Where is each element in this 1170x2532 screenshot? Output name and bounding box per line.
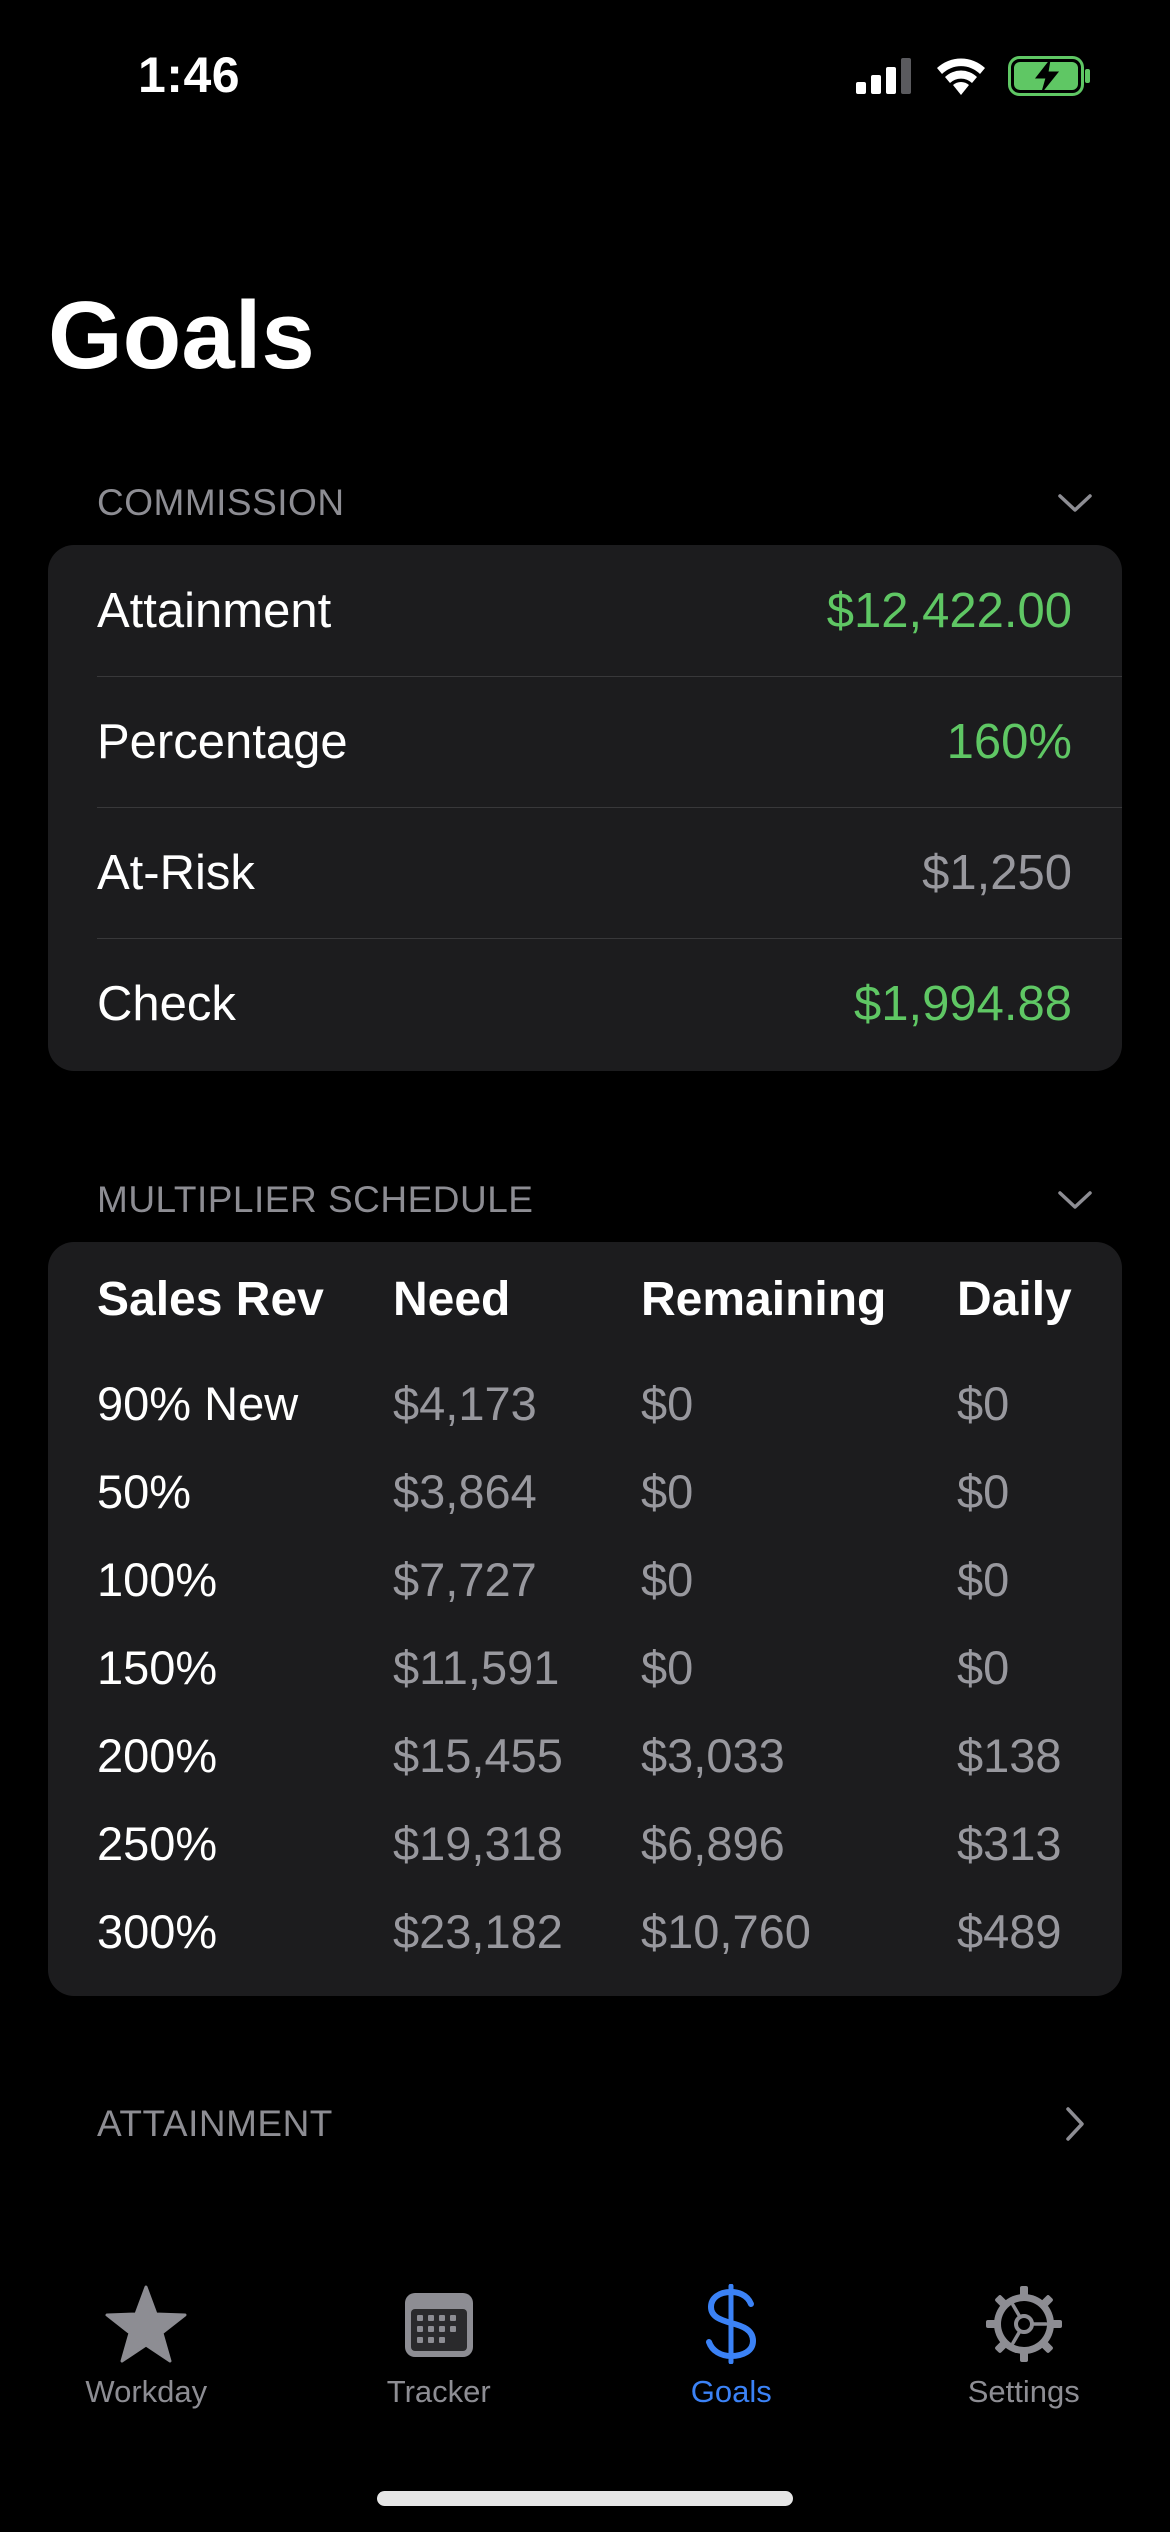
table-cell: $3,864: [393, 1465, 537, 1518]
table-cell: $19,318: [393, 1817, 563, 1870]
tab-workday[interactable]: Workday: [0, 2280, 293, 2440]
column-header: Sales Rev: [97, 1273, 324, 1326]
table-cell: $313: [957, 1817, 1062, 1870]
cellular-signal-icon: [856, 57, 914, 99]
table-cell: 200%: [97, 1729, 218, 1782]
table-cell: $6,896: [641, 1817, 785, 1870]
tab-goals[interactable]: Goals: [585, 2280, 878, 2440]
table-row: 200% $15,455 $3,033 $138: [48, 1728, 1122, 1816]
table-row: 250% $19,318 $6,896 $313: [48, 1816, 1122, 1904]
battery-charging-icon: [1008, 55, 1092, 101]
table-cell: $0: [641, 1377, 694, 1430]
gear-icon: [974, 2280, 1074, 2368]
table-cell: $0: [957, 1641, 1010, 1694]
table-row: 90% New $4,173 $0 $0: [48, 1376, 1122, 1464]
chevron-right-icon[interactable]: [1053, 2102, 1097, 2146]
chevron-down-icon[interactable]: [1053, 1178, 1097, 1222]
tab-settings[interactable]: Settings: [878, 2280, 1170, 2440]
multiplier-card: Sales Rev Need Remaining Daily 90% New $…: [48, 1242, 1122, 1996]
table-cell: $11,591: [393, 1641, 560, 1694]
tab-label: Goals: [690, 2374, 772, 2409]
row-label: At-Risk: [97, 845, 255, 900]
table-cell: 250%: [97, 1817, 218, 1870]
row-label: Attainment: [97, 583, 332, 638]
table-cell: 50%: [97, 1465, 192, 1518]
commission-row-check: Check $1,994.88: [48, 938, 1122, 1069]
star-icon: [96, 2280, 196, 2368]
row-value: $1,250: [922, 845, 1072, 900]
tab-bar: Workday Tracker Goals Settings: [0, 2280, 1170, 2440]
table-cell: $15,455: [393, 1729, 563, 1782]
status-bar: 1:46: [0, 0, 1170, 150]
table-row: 100% $7,727 $0 $0: [48, 1552, 1122, 1640]
multiplier-section-label: MULTIPLIER SCHEDULE: [97, 1179, 534, 1220]
column-header: Remaining: [641, 1273, 887, 1326]
table-cell: $138: [957, 1729, 1062, 1782]
table-cell: $0: [641, 1465, 694, 1518]
table-row: 150% $11,591 $0 $0: [48, 1640, 1122, 1728]
row-label: Percentage: [97, 714, 348, 769]
column-header: Daily: [957, 1273, 1072, 1326]
attainment-section-label: ATTAINMENT: [97, 2103, 333, 2144]
row-value: 160%: [946, 714, 1072, 769]
row-value: $1,994.88: [854, 976, 1072, 1031]
wifi-icon: [936, 57, 986, 100]
table-cell: 100%: [97, 1553, 218, 1606]
table-cell: $7,727: [393, 1553, 537, 1606]
commission-section-label: COMMISSION: [97, 482, 345, 523]
tab-label: Tracker: [386, 2374, 491, 2409]
tab-label: Settings: [967, 2374, 1080, 2409]
table-cell: 300%: [97, 1905, 218, 1958]
dollar-sign-icon: [681, 2280, 781, 2368]
home-indicator[interactable]: [377, 2491, 793, 2506]
multiplier-section-header[interactable]: MULTIPLIER SCHEDULE: [97, 1170, 1097, 1230]
status-time: 1:46: [138, 47, 241, 103]
commission-row-percentage: Percentage 160%: [48, 676, 1122, 807]
row-label: Check: [97, 976, 236, 1031]
table-row: 300% $23,182 $10,760 $489: [48, 1904, 1122, 1992]
row-value: $12,422.00: [826, 583, 1072, 638]
table-cell: $0: [641, 1553, 694, 1606]
commission-card: Attainment $12,422.00 Percentage 160% At…: [48, 545, 1122, 1071]
table-cell: $10,760: [641, 1905, 811, 1958]
commission-row-attainment: Attainment $12,422.00: [48, 545, 1122, 676]
tab-tracker[interactable]: Tracker: [293, 2280, 586, 2440]
table-cell: $3,033: [641, 1729, 785, 1782]
calendar-icon: [389, 2280, 489, 2368]
commission-section-header[interactable]: COMMISSION: [97, 473, 1097, 533]
table-cell: $23,182: [393, 1905, 563, 1958]
table-cell: $0: [957, 1377, 1010, 1430]
table-row: 50% $3,864 $0 $0: [48, 1464, 1122, 1552]
attainment-section-header[interactable]: ATTAINMENT: [97, 2094, 1097, 2154]
table-cell: $489: [957, 1905, 1062, 1958]
tab-label: Workday: [85, 2374, 208, 2409]
table-cell: $0: [957, 1465, 1010, 1518]
chevron-down-icon[interactable]: [1053, 481, 1097, 525]
table-cell: $0: [641, 1641, 694, 1694]
multiplier-table-header: Sales Rev Need Remaining Daily: [48, 1272, 1122, 1376]
table-cell: $0: [957, 1553, 1010, 1606]
page-title: Goals: [48, 282, 315, 389]
column-header: Need: [393, 1273, 511, 1326]
table-cell: 90% New: [97, 1377, 299, 1430]
table-cell: 150%: [97, 1641, 218, 1694]
status-icons: [856, 54, 1092, 102]
commission-row-at-risk: At-Risk $1,250: [48, 807, 1122, 938]
table-cell: $4,173: [393, 1377, 537, 1430]
